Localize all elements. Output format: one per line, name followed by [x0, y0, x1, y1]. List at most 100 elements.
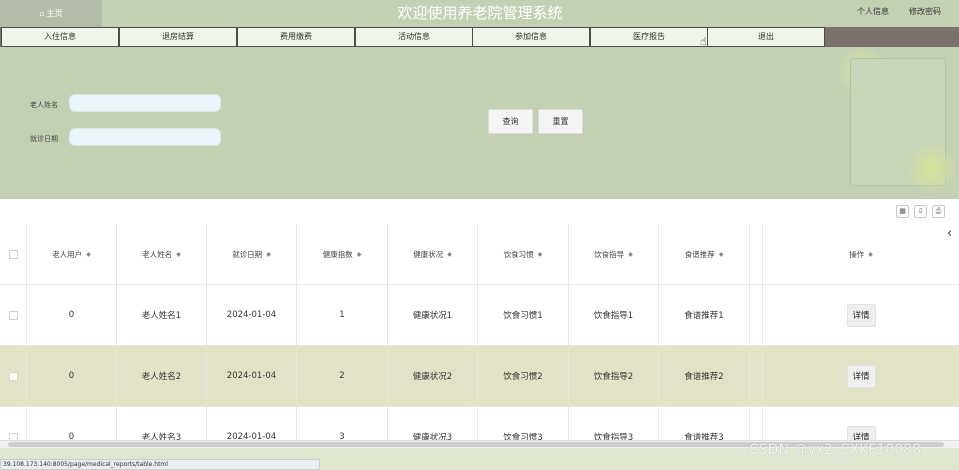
status-bar-url: 39.108.173.140:8005/page/medical_reports… [0, 459, 320, 470]
cell-habit: 饮食习惯1 [478, 285, 569, 345]
cell-recipe: 食谱推荐1 [659, 285, 750, 345]
column-header-name[interactable]: 老人姓名 ◆ [117, 224, 207, 284]
sort-icon: ◆ [266, 250, 271, 258]
column-header-label: 操作 [849, 249, 865, 259]
cell-user: 0 [27, 346, 117, 406]
spacer-cell [750, 224, 763, 284]
column-header-label: 食谱推荐 [684, 249, 715, 259]
column-header-label: 老人用户 [52, 249, 83, 259]
cell-health: 健康状况2 [388, 346, 478, 406]
spacer-cell [750, 407, 763, 440]
nav-item-logout[interactable]: 退出 [707, 27, 825, 47]
column-header-label: 老人姓名 [142, 249, 173, 259]
sort-icon: ◆ [356, 250, 362, 258]
cell-index: 3 [297, 407, 388, 440]
column-header-action[interactable]: 操作 ◆ [763, 224, 959, 284]
column-header-recipe[interactable]: 食谱推荐 ◆ [659, 224, 750, 284]
nav-item-checkout[interactable]: 退房结算 [119, 27, 237, 47]
home-label: 主页 [46, 9, 63, 18]
cell-name: 老人姓名2 [117, 346, 207, 406]
column-header-label: 健康指数 [322, 249, 353, 259]
watermark: CSDN @vx2_CXKF10088 [749, 442, 921, 458]
visit-date-label: 就诊日期 [30, 135, 58, 143]
cell-recipe: 食谱推荐2 [659, 346, 750, 406]
sort-icon: ◆ [176, 250, 181, 258]
row-checkbox[interactable] [8, 371, 18, 381]
cell-health: 健康状况3 [388, 407, 478, 440]
nav-item-join[interactable]: 参加信息 [472, 27, 590, 47]
cell-user: 0 [27, 407, 117, 440]
row-select-cell [0, 285, 27, 345]
main-nav: 入住信息 退房结算 费用缴费 活动信息 参加信息 医疗报告 退出 [0, 27, 959, 47]
column-header-habit[interactable]: 饮食习惯 ◆ [478, 224, 569, 284]
column-header-index[interactable]: 健康指数 ◆ [297, 224, 388, 284]
cell-guide: 饮食指导3 [569, 407, 659, 440]
cell-name: 老人姓名3 [117, 407, 207, 440]
cell-name: 老人姓名1 [117, 285, 207, 345]
spacer-cell [750, 346, 763, 406]
spacer-cell [750, 285, 763, 345]
nav-item-fees[interactable]: 费用缴费 [237, 27, 355, 47]
nav-item-activity[interactable]: 活动信息 [355, 27, 473, 47]
search-panel: 老人姓名 就诊日期 查询 重置 [0, 47, 959, 199]
table-header-row: 老人用户 ◆ 老人姓名 ◆ 就诊日期 ◆ 健康指数 ◆ 健康状况 ◆ 饮食习惯 ◆ 饮食指导… [0, 224, 959, 285]
decorative-glow [906, 143, 958, 195]
header-select-cell [0, 224, 27, 284]
column-header-guide[interactable]: 饮食指导 ◆ [569, 224, 659, 284]
sort-icon: ◆ [447, 250, 452, 258]
filter-columns-icon[interactable]: ▦ [896, 205, 909, 218]
cell-user: 0 [27, 285, 117, 345]
table-toolbar: ▦ ⇩ ⎙ [0, 199, 959, 224]
row-select-cell [0, 346, 27, 406]
cell-action: 详情 [763, 285, 959, 345]
column-header-label: 饮食指导 [594, 249, 625, 259]
table-row[interactable]: 0 老人姓名2 2024-01-04 2 健康状况2 饮食习惯2 饮食指导2 食… [0, 346, 959, 407]
detail-button[interactable]: 详情 [846, 303, 876, 327]
elder-name-label: 老人姓名 [30, 101, 58, 109]
header-bar: ⌂ 主页 欢迎使用养老院管理系统 个人信息 修改密码 [0, 0, 959, 27]
query-button[interactable]: 查询 [488, 109, 533, 134]
profile-link[interactable]: 个人信息 [857, 0, 889, 27]
cell-date: 2024-01-04 [207, 285, 297, 345]
nav-item-checkin[interactable]: 入住信息 [1, 27, 119, 47]
row-select-cell [0, 407, 27, 440]
select-all-checkbox[interactable] [8, 249, 18, 259]
cell-recipe: 食谱推荐3 [659, 407, 750, 440]
elder-name-input[interactable] [69, 94, 221, 112]
column-header-label: 就诊日期 [232, 249, 263, 259]
row-checkbox[interactable] [8, 310, 18, 320]
cell-habit: 饮食习惯2 [478, 346, 569, 406]
house-icon: ⌂ [39, 9, 45, 18]
cell-action: 详情 [763, 407, 959, 440]
export-icon[interactable]: ⇩ [914, 205, 927, 218]
medical-reports-table: 老人用户 ◆ 老人姓名 ◆ 就诊日期 ◆ 健康指数 ◆ 健康状况 ◆ 饮食习惯 ◆ 饮食指导… [0, 224, 959, 440]
row-checkbox[interactable] [8, 432, 18, 440]
site-title: 欢迎使用养老院管理系统 [397, 4, 563, 22]
home-tab[interactable]: ⌂ 主页 [0, 0, 102, 27]
column-header-user[interactable]: 老人用户 ◆ [27, 224, 117, 284]
change-password-link[interactable]: 修改密码 [909, 0, 941, 27]
print-icon[interactable]: ⎙ [932, 205, 945, 218]
cell-habit: 饮食习惯3 [478, 407, 569, 440]
table-row[interactable]: 0 老人姓名1 2024-01-04 1 健康状况1 饮食习惯1 饮食指导1 食… [0, 285, 959, 346]
cell-guide: 饮食指导1 [569, 285, 659, 345]
sort-icon: ◆ [868, 250, 873, 258]
cell-index: 1 [297, 285, 388, 345]
detail-button[interactable]: 详情 [846, 364, 876, 388]
sort-icon: ◆ [537, 250, 543, 258]
cell-date: 2024-01-04 [207, 346, 297, 406]
visit-date-input[interactable] [69, 128, 221, 146]
cell-date: 2024-01-04 [207, 407, 297, 440]
sort-icon: ◆ [718, 250, 724, 258]
cell-action: 详情 [763, 346, 959, 406]
table-row[interactable]: 0 老人姓名3 2024-01-04 3 健康状况3 饮食习惯3 饮食指导3 食… [0, 407, 959, 440]
sort-icon: ◆ [628, 250, 633, 258]
column-header-health[interactable]: 健康状况 ◆ [388, 224, 478, 284]
detail-button[interactable]: 详情 [846, 425, 876, 440]
column-header-date[interactable]: 就诊日期 ◆ [207, 224, 297, 284]
chevron-left-icon[interactable]: ‹ [947, 226, 952, 241]
nav-item-medical[interactable]: 医疗报告 [590, 27, 708, 47]
sort-icon: ◆ [86, 250, 91, 258]
column-header-label: 饮食习惯 [503, 249, 534, 259]
reset-button[interactable]: 重置 [538, 109, 583, 134]
